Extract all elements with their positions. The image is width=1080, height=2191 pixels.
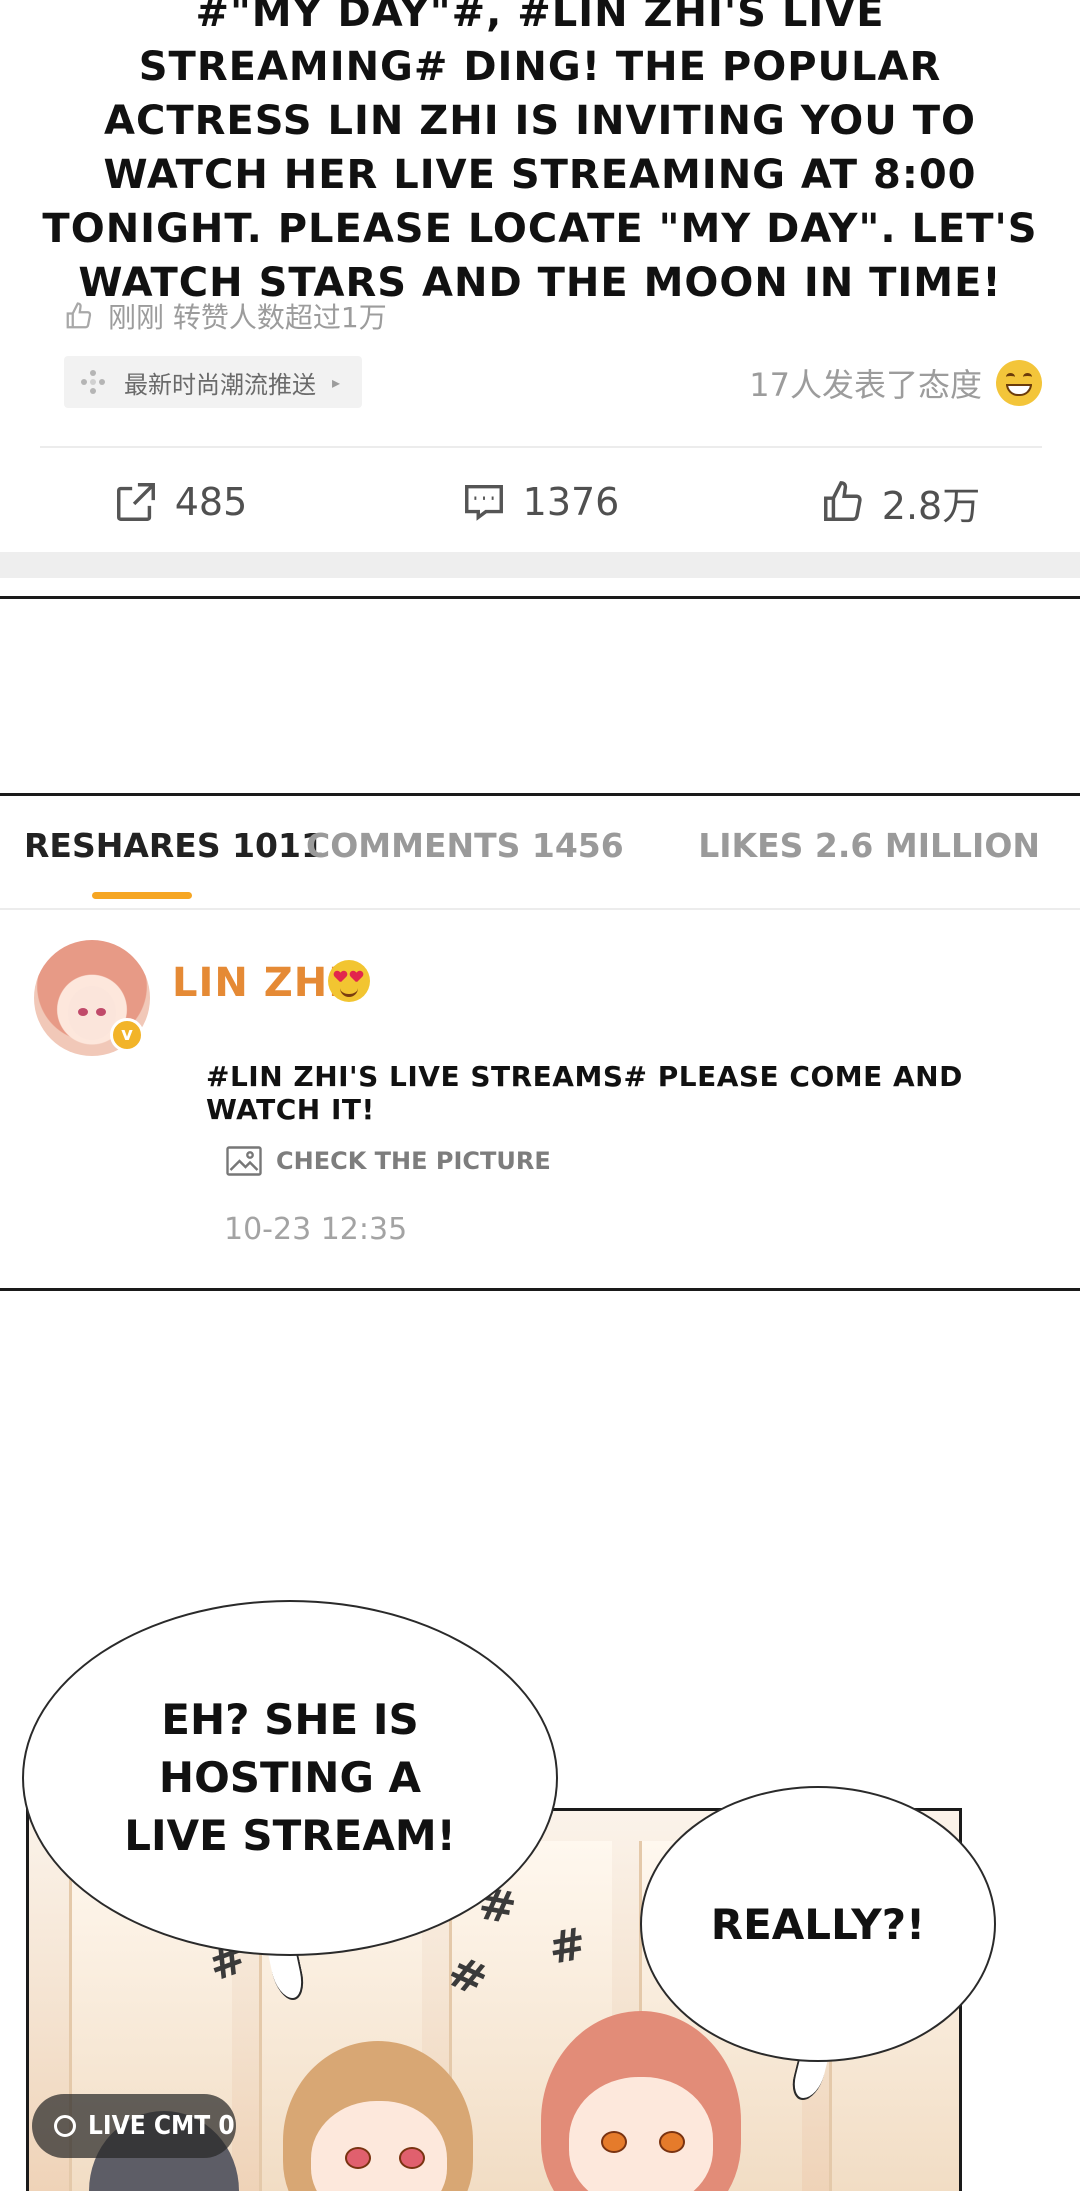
tab-likes[interactable]: LIKES 2.6 MILLION bbox=[698, 826, 1040, 865]
attitude-text: 17人发表了态度 bbox=[749, 366, 982, 404]
speech-bubble-left-text: EH? SHE IS HOSTING A LIVE STREAM! bbox=[124, 1695, 456, 1860]
tab-reshares[interactable]: RESHARES 1011 bbox=[24, 826, 324, 865]
live-comment-label: LIVE CMT 0 bbox=[88, 2111, 235, 2141]
check-picture-label: CHECK THE PICTURE bbox=[276, 1147, 551, 1175]
speech-bubble-right: REALLY?! bbox=[640, 1786, 996, 2062]
image-icon bbox=[226, 1146, 262, 1176]
reshare-item: v LIN ZHI #LIN ZHI'S LIVE STREAMS# PLEAS… bbox=[0, 910, 1080, 1290]
verified-badge-icon: v bbox=[110, 1018, 144, 1052]
heart-eyes-emoji-icon bbox=[328, 960, 370, 1002]
section-separator bbox=[0, 552, 1080, 578]
share-icon bbox=[116, 483, 155, 521]
post-body-text: #"MY DAY"#, #LIN ZHI'S LIVE STREAMING# D… bbox=[42, 0, 1038, 306]
like-button[interactable]: 2.8万 bbox=[720, 452, 1080, 552]
reshare-button[interactable]: 485 bbox=[0, 452, 360, 552]
thumbs-up-icon bbox=[66, 302, 92, 329]
post-action-bar: 485 1376 2.8万 bbox=[0, 452, 1080, 552]
post-meta: 刚刚 转赞人数超过1万 bbox=[64, 296, 387, 336]
live-comment-button[interactable]: LIVE CMT 0 bbox=[32, 2094, 236, 2158]
comment-timestamp: 10-23 12:35 bbox=[224, 1212, 408, 1247]
speech-bubble-right-text: REALLY?! bbox=[710, 1899, 926, 1949]
check-picture-link[interactable]: CHECK THE PICTURE bbox=[226, 1146, 551, 1176]
attitude-summary[interactable]: 17人发表了态度 bbox=[749, 360, 1042, 406]
comment-count: 1376 bbox=[522, 480, 620, 524]
comment-icon bbox=[464, 484, 503, 521]
reshare-count: 485 bbox=[174, 480, 248, 524]
trend-chip-label: 最新时尚潮流推送 bbox=[124, 370, 316, 399]
post-meta-text: 刚刚 转赞人数超过1万 bbox=[108, 301, 387, 334]
trend-chip[interactable]: 最新时尚潮流推送 ▸ bbox=[64, 356, 363, 408]
comment-text: #LIN ZHI'S LIVE STREAMS# PLEASE COME AND… bbox=[206, 1060, 963, 1126]
weibo-post-panel: #"MY DAY"#, #LIN ZHI'S LIVE STREAMING# D… bbox=[0, 0, 1080, 578]
speech-bubble-left: EH? SHE IS HOSTING A LIVE STREAM! bbox=[22, 1600, 558, 1956]
user-name[interactable]: LIN ZHI bbox=[172, 960, 344, 1006]
divider bbox=[40, 446, 1042, 448]
tab-comments[interactable]: COMMENTS 1456 bbox=[306, 826, 624, 865]
grin-emoji-icon bbox=[996, 360, 1042, 406]
chevron-right-icon: ▸ bbox=[332, 372, 341, 392]
comment-button[interactable]: 1376 bbox=[360, 452, 720, 552]
stats-tab-bar: RESHARES 1011 COMMENTS 1456 LIKES 2.6 MI… bbox=[0, 796, 1080, 910]
active-tab-indicator bbox=[92, 892, 192, 899]
panel-border bbox=[0, 1288, 1080, 1291]
live-circle-icon bbox=[54, 2115, 76, 2137]
sparkle-icon bbox=[81, 370, 105, 394]
like-count: 2.8万 bbox=[881, 483, 981, 528]
panel-border bbox=[0, 596, 1080, 599]
thumbs-up-icon bbox=[823, 481, 862, 521]
